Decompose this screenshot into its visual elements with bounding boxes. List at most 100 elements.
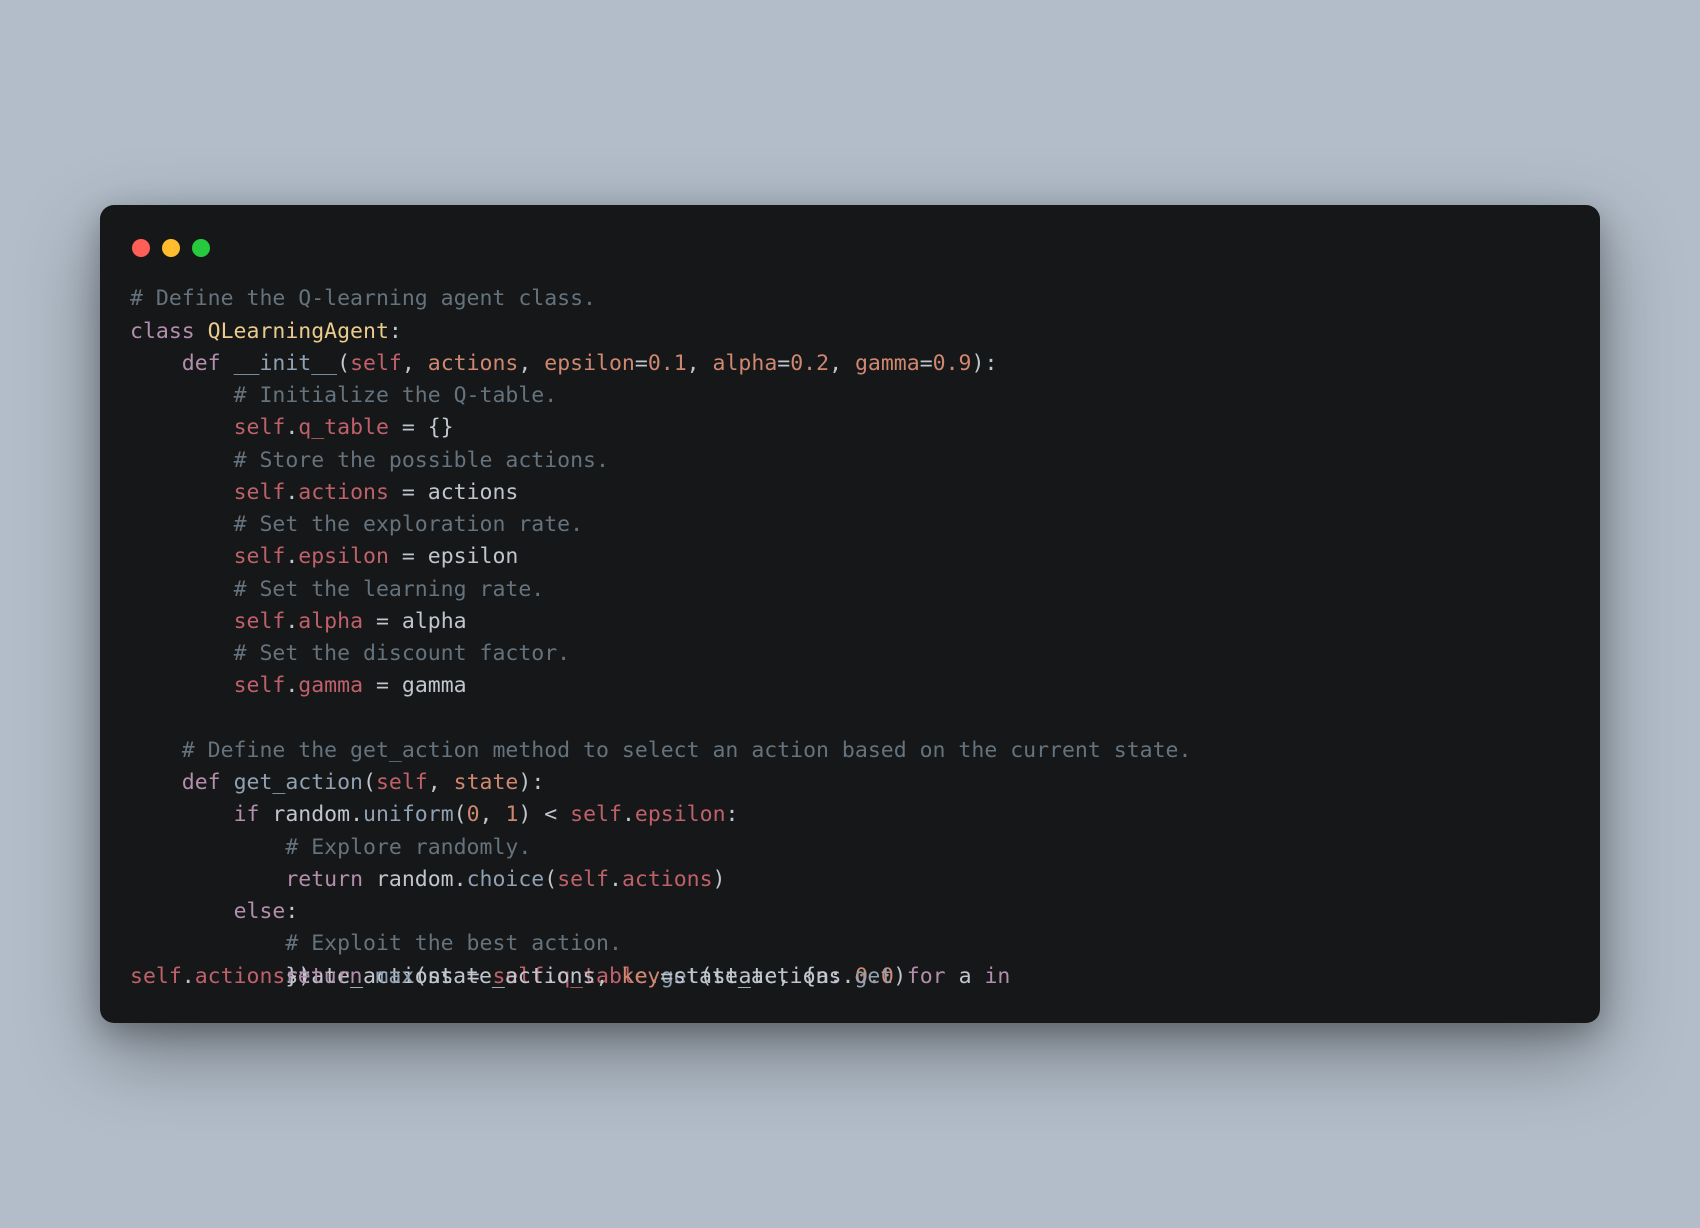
code-token: actions (428, 351, 519, 376)
window-titlebar (130, 233, 1570, 283)
code-editor[interactable]: # Define the Q-learning agent class. clas… (130, 283, 1570, 993)
code-token: : (285, 899, 298, 924)
code-token: random (272, 802, 350, 827)
code-token: 0.2 (790, 351, 829, 376)
code-token: uniform (363, 802, 454, 827)
code-token: . (285, 609, 298, 634)
code-token: max (375, 964, 414, 989)
code-token: , (518, 351, 544, 376)
code-token: state (454, 770, 519, 795)
code-token: alpha (298, 609, 363, 634)
code-token: = (363, 673, 402, 698)
code-line: # Set the exploration rate. (130, 509, 1570, 541)
code-token: = {} (389, 415, 454, 440)
code-token: get_action (234, 770, 363, 795)
code-line: class QLearningAgent: (130, 316, 1570, 348)
code-token: , (402, 351, 428, 376)
code-token: = (389, 544, 428, 569)
code-token: self (376, 770, 428, 795)
code-token: choice (467, 867, 545, 892)
code-token: ): (972, 351, 998, 376)
code-token: self (234, 415, 286, 440)
code-token: . (622, 802, 635, 827)
code-token: class (130, 319, 208, 344)
code-token: def (182, 351, 234, 376)
code-token: gamma (855, 351, 920, 376)
code-token: def (182, 770, 234, 795)
code-token: , (687, 351, 713, 376)
code-token: ( (454, 802, 467, 827)
code-token: get (854, 964, 893, 989)
code-token: ) (893, 964, 906, 989)
code-token: = (363, 609, 402, 634)
code-token: alpha (713, 351, 778, 376)
code-line: self.gamma = gamma (130, 670, 1570, 702)
code-token: ( (544, 867, 557, 892)
code-token: 0.9 (933, 351, 972, 376)
code-token: 0 (467, 802, 480, 827)
code-token: # Set the exploration rate. (234, 512, 584, 537)
code-token: . (454, 867, 467, 892)
code-token: return (285, 964, 376, 989)
code-line: else: (130, 896, 1570, 928)
code-line: # Define the get_action method to select… (130, 735, 1570, 767)
code-token: = (920, 351, 933, 376)
code-token: . (182, 964, 195, 989)
code-token: actions (195, 964, 286, 989)
code-line: self.actions})return max(state_actions, … (130, 961, 1570, 993)
code-token: state_actions (427, 964, 595, 989)
code-token: self (234, 480, 286, 505)
code-token: . (609, 867, 622, 892)
code-token: epsilon (544, 351, 635, 376)
code-token: , (595, 964, 621, 989)
code-token: __init__ (234, 351, 338, 376)
code-token: # Store the possible actions. (234, 448, 609, 473)
code-token: self (350, 351, 402, 376)
code-line: # Set the discount factor. (130, 638, 1570, 670)
code-token: key (621, 964, 660, 989)
code-token: self (234, 673, 286, 698)
code-token: ) (713, 867, 726, 892)
code-token: : (726, 802, 739, 827)
code-token: # Define the get_action method to select… (182, 738, 1192, 763)
code-token: . (285, 415, 298, 440)
code-token: if (234, 802, 273, 827)
code-token: # Define the Q-learning agent class. (130, 286, 596, 311)
code-token: actions (428, 480, 519, 505)
code-line: self.alpha = alpha (130, 606, 1570, 638)
code-token: # Set the learning rate. (234, 577, 545, 602)
code-token: = (635, 351, 648, 376)
code-token: self (234, 544, 286, 569)
code-token: ( (414, 964, 427, 989)
code-token: ( (363, 770, 376, 795)
code-line: return random.choice(self.actions) (130, 864, 1570, 896)
code-token: 1 (505, 802, 518, 827)
code-token: self (234, 609, 286, 634)
code-token: , (480, 802, 506, 827)
code-line: self.actions = actions (130, 477, 1570, 509)
code-token: self (570, 802, 622, 827)
code-token: . (841, 964, 854, 989)
code-token: ): (518, 770, 544, 795)
code-token: . (350, 802, 363, 827)
code-token: state_actions (673, 964, 841, 989)
maximize-icon[interactable] (192, 239, 210, 257)
code-token: . (285, 673, 298, 698)
code-token: else (234, 899, 286, 924)
code-token: = (777, 351, 790, 376)
code-line: # Exploit the best action. (130, 928, 1570, 960)
code-token: actions (298, 480, 389, 505)
code-token: epsilon (298, 544, 389, 569)
code-token: , (428, 770, 454, 795)
code-token: # Set the discount factor. (234, 641, 571, 666)
close-icon[interactable] (132, 239, 150, 257)
code-window: # Define the Q-learning agent class. clas… (100, 205, 1600, 1023)
code-token: epsilon (635, 802, 726, 827)
code-line: def get_action(self, state): (130, 767, 1570, 799)
code-token: q_table (298, 415, 389, 440)
code-token: . (285, 480, 298, 505)
code-line: # Explore randomly. (130, 832, 1570, 864)
code-token: = (389, 480, 428, 505)
minimize-icon[interactable] (162, 239, 180, 257)
code-token: . (285, 544, 298, 569)
